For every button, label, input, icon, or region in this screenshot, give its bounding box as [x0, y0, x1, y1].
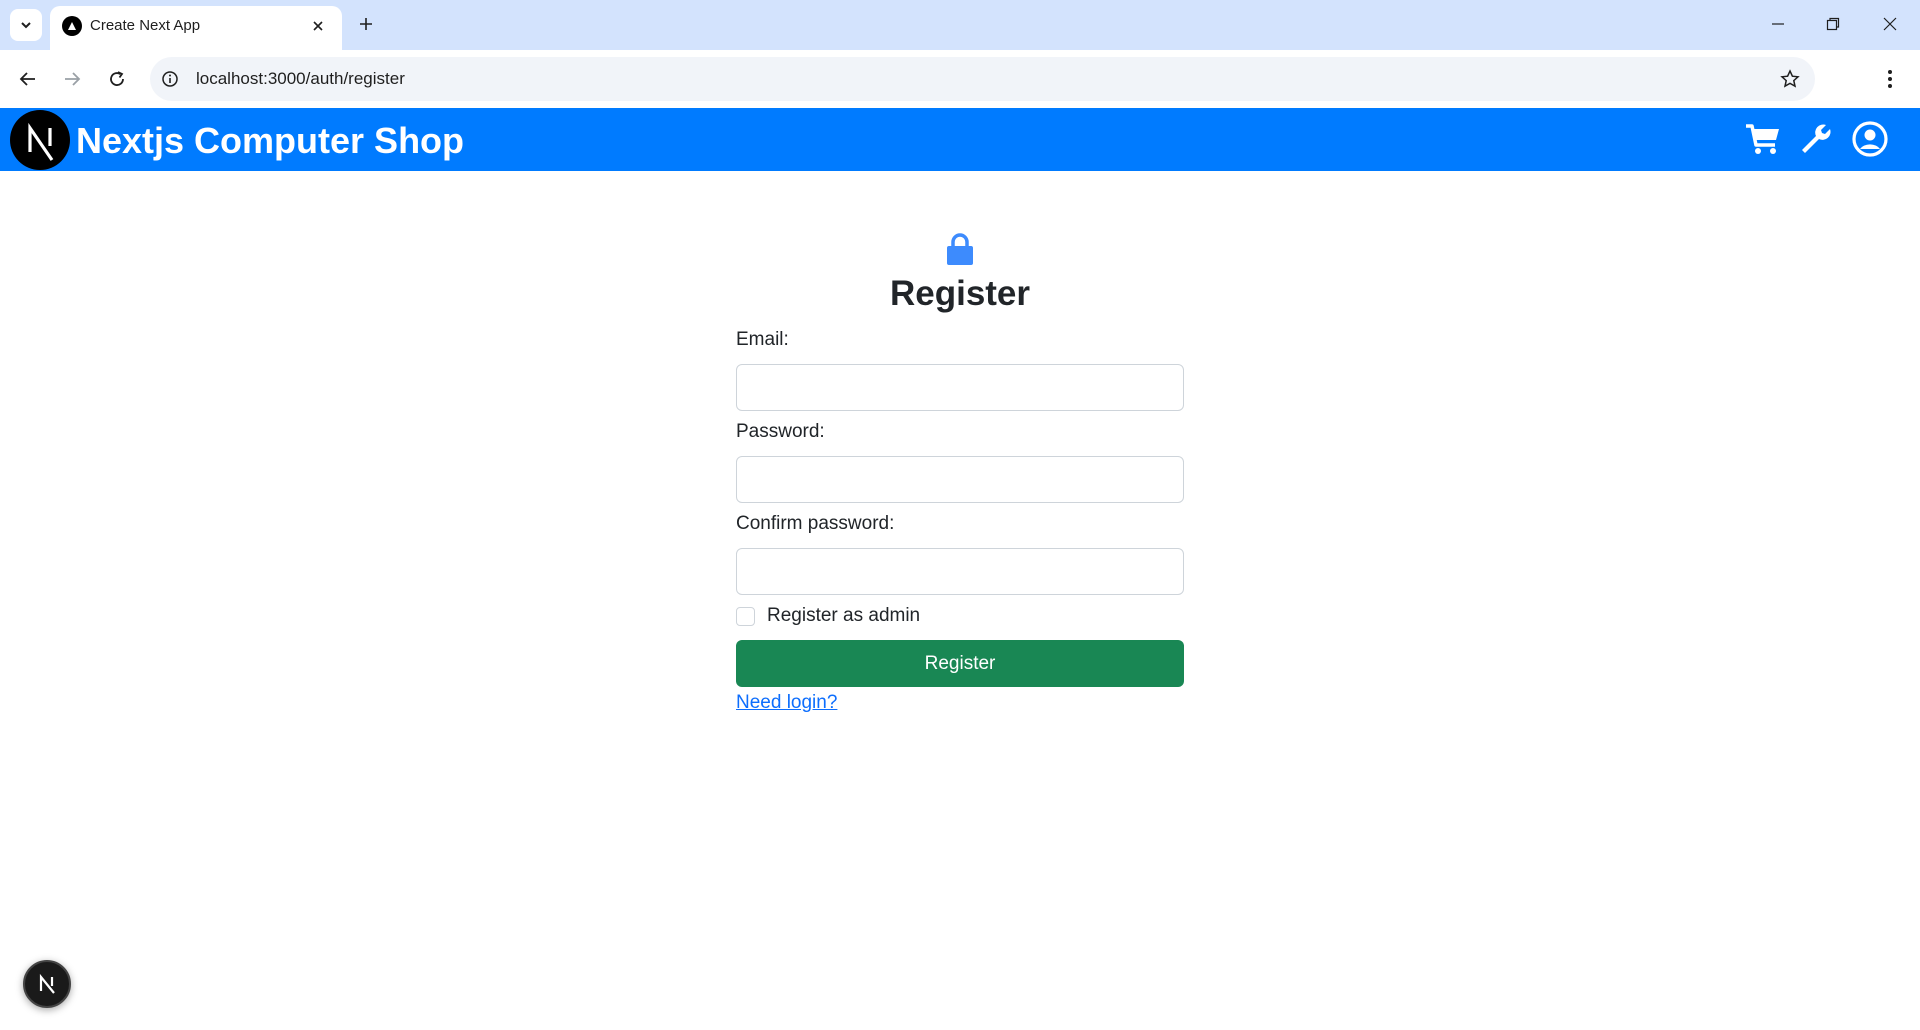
restore-button[interactable]: [1813, 8, 1853, 40]
confirm-password-field[interactable]: [736, 548, 1184, 595]
arrow-right-icon: [65, 72, 81, 86]
nextjs-favicon-icon: [62, 16, 82, 36]
site-info-icon[interactable]: [160, 69, 180, 89]
browser-tabstrip: Create Next App: [0, 0, 1920, 50]
browser-tab-active[interactable]: Create Next App: [50, 6, 342, 50]
app-navbar: Nextjs Computer Shop: [0, 108, 1920, 171]
form-title: Register: [889, 274, 1031, 313]
close-icon: [1883, 17, 1897, 31]
nextjs-n-icon: [39, 973, 55, 994]
chevron-down-icon: [21, 22, 31, 29]
plus-icon: [360, 18, 372, 30]
password-field[interactable]: [736, 456, 1184, 503]
confirm-password-label: Confirm password:: [736, 513, 895, 534]
password-label: Password:: [736, 421, 825, 442]
user-circle-icon: [1852, 121, 1888, 157]
lock-icon: [944, 230, 976, 268]
browser-toolbar: localhost:3000/auth/register: [0, 50, 1920, 108]
user-profile-link[interactable]: [1851, 120, 1889, 158]
forward-button[interactable]: [56, 63, 88, 95]
email-field[interactable]: [736, 364, 1184, 411]
reload-icon: [110, 71, 124, 86]
email-label: Email:: [736, 329, 789, 350]
url-text[interactable]: localhost:3000/auth/register: [196, 69, 405, 89]
back-button[interactable]: [12, 63, 44, 95]
address-bar[interactable]: localhost:3000/auth/register: [150, 57, 1815, 101]
admin-tools-link[interactable]: [1797, 120, 1835, 158]
admin-checkbox-row: Register as admin: [736, 604, 920, 628]
register-button[interactable]: Register: [736, 640, 1184, 687]
cart-link[interactable]: [1744, 120, 1782, 158]
nextjs-dev-indicator[interactable]: [23, 960, 71, 1008]
browser-menu-button[interactable]: [1874, 63, 1906, 95]
restore-icon: [1826, 17, 1840, 31]
close-tab-icon[interactable]: [306, 14, 330, 38]
minimize-icon: [1772, 23, 1784, 25]
need-login-link[interactable]: Need login?: [736, 692, 837, 714]
brand-name[interactable]: Nextjs Computer Shop: [76, 120, 464, 162]
tab-search-button[interactable]: [10, 9, 42, 41]
kebab-menu-icon: [1888, 70, 1892, 88]
nextjs-logo[interactable]: [10, 110, 70, 170]
arrow-left-icon: [19, 72, 35, 86]
tab-title: Create Next App: [90, 17, 201, 34]
shopping-cart-icon: [1746, 124, 1779, 154]
wrench-icon: [1802, 124, 1831, 153]
new-tab-button[interactable]: [352, 10, 380, 38]
admin-checkbox-label[interactable]: Register as admin: [767, 605, 920, 627]
bookmark-star-icon[interactable]: [1779, 68, 1801, 90]
minimize-button[interactable]: [1758, 8, 1798, 40]
nextjs-logo-icon: [28, 122, 54, 161]
admin-checkbox[interactable]: [736, 606, 755, 626]
reload-button[interactable]: [101, 63, 133, 95]
close-window-button[interactable]: [1870, 8, 1910, 40]
